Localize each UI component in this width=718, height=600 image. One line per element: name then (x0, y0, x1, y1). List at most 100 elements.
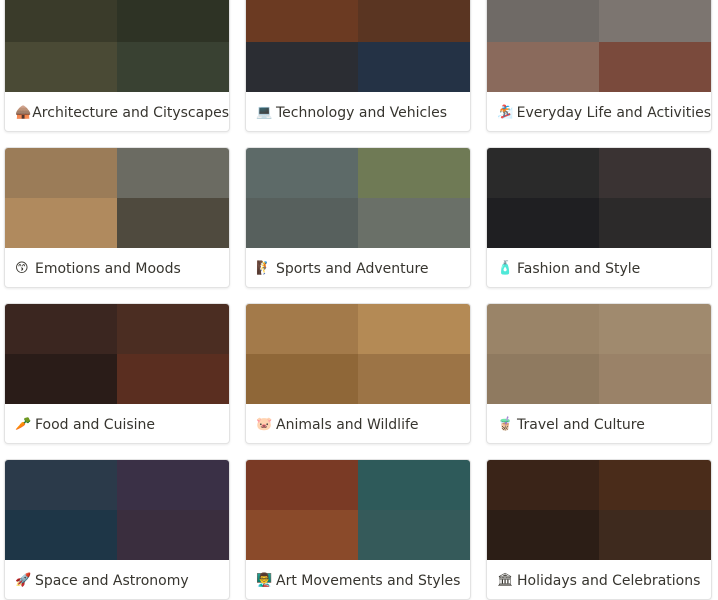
thumbnail-tile (117, 0, 229, 42)
gallery-card-art-movements-and-styles[interactable]: 👨‍🏫 Art Movements and Styles (245, 459, 471, 600)
thumbnail-tile (358, 148, 470, 198)
card-title: Architecture and Cityscapes (32, 104, 229, 121)
thumbnail-tile (246, 304, 358, 354)
thumbnail-tile (5, 510, 117, 560)
gallery-card-travel-and-culture[interactable]: 🧋 Travel and Culture (486, 303, 712, 444)
card-thumbnail-image (5, 460, 229, 560)
thumbnail-tile (117, 198, 229, 248)
thumbnail-tile (358, 198, 470, 248)
thumbnail-tile (599, 510, 711, 560)
thumbnail-tile (358, 354, 470, 404)
thumbnail-tile (246, 148, 358, 198)
card-emoji-icon: 🥕 (15, 417, 32, 432)
card-title: Art Movements and Styles (276, 572, 461, 589)
card-title: Fashion and Style (517, 260, 641, 277)
thumbnail-tile (487, 0, 599, 42)
card-caption: 🛖 Architecture and Cityscapes (5, 92, 229, 131)
thumbnail-tile (358, 510, 470, 560)
card-emoji-icon: 🧗 (256, 261, 273, 276)
thumbnail-tile (117, 460, 229, 510)
card-thumbnail-image (246, 0, 470, 92)
card-caption: 🥕 Food and Cuisine (5, 404, 229, 443)
thumbnail-tile (487, 148, 599, 198)
card-title: Travel and Culture (517, 416, 645, 433)
card-title: Space and Astronomy (35, 572, 189, 589)
card-title: Food and Cuisine (35, 416, 156, 433)
card-thumbnail-image (5, 304, 229, 404)
thumbnail-tile (5, 354, 117, 404)
gallery-card-technology-and-vehicles[interactable]: 💻 Technology and Vehicles (245, 0, 471, 132)
gallery-card-food-and-cuisine[interactable]: 🥕 Food and Cuisine (4, 303, 230, 444)
gallery-card-fashion-and-style[interactable]: 🧴 Fashion and Style (486, 147, 712, 288)
thumbnail-tile (246, 510, 358, 560)
gallery-card-emotions-and-moods[interactable]: 😙 Emotions and Moods (4, 147, 230, 288)
thumbnail-tile (599, 0, 711, 42)
card-emoji-icon: 😙 (15, 261, 29, 276)
card-caption: 🏂 Everyday Life and Activities (487, 92, 711, 131)
thumbnail-tile (5, 148, 117, 198)
thumbnail-tile (487, 354, 599, 404)
card-emoji-icon: 💻 (256, 105, 273, 120)
card-caption: 🧴 Fashion and Style (487, 248, 711, 287)
gallery-card-everyday-life-and-activities[interactable]: 🏂 Everyday Life and Activities (486, 0, 712, 132)
thumbnail-tile (487, 510, 599, 560)
thumbnail-tile (599, 42, 711, 92)
card-title: Sports and Adventure (276, 260, 429, 277)
card-caption: 👨‍🏫 Art Movements and Styles (246, 560, 470, 599)
card-title: Emotions and Moods (35, 260, 181, 277)
card-caption: 💻 Technology and Vehicles (246, 92, 470, 131)
card-caption: 😙 Emotions and Moods (5, 248, 229, 287)
thumbnail-tile (358, 0, 470, 42)
card-thumbnail-image (5, 148, 229, 248)
thumbnail-tile (599, 304, 711, 354)
card-thumbnail-image (487, 148, 711, 248)
thumbnail-tile (487, 42, 599, 92)
card-thumbnail-image (246, 304, 470, 404)
gallery-card-space-and-astronomy[interactable]: 🚀 Space and Astronomy (4, 459, 230, 600)
card-caption: 🐷 Animals and Wildlife (246, 404, 470, 443)
thumbnail-tile (5, 460, 117, 510)
thumbnail-tile (246, 354, 358, 404)
thumbnail-tile (487, 460, 599, 510)
card-caption: 🧗 Sports and Adventure (246, 248, 470, 287)
card-caption: 🚀 Space and Astronomy (5, 560, 229, 599)
thumbnail-tile (358, 304, 470, 354)
card-title: Technology and Vehicles (276, 104, 448, 121)
card-emoji-icon: 🚀 (15, 573, 32, 588)
card-emoji-icon: 🧋 (497, 417, 514, 432)
thumbnail-tile (246, 460, 358, 510)
thumbnail-tile (599, 148, 711, 198)
thumbnail-tile (358, 42, 470, 92)
thumbnail-tile (599, 460, 711, 510)
thumbnail-tile (117, 354, 229, 404)
thumbnail-tile (5, 0, 117, 42)
gallery-card-architecture-and-cityscapes[interactable]: 🛖 Architecture and Cityscapes (4, 0, 230, 132)
card-thumbnail-image (246, 148, 470, 248)
card-thumbnail-image (5, 0, 229, 92)
thumbnail-tile (5, 198, 117, 248)
card-thumbnail-image (487, 460, 711, 560)
card-title: Animals and Wildlife (276, 416, 419, 433)
thumbnail-tile (487, 198, 599, 248)
thumbnail-tile (5, 304, 117, 354)
thumbnail-tile (117, 148, 229, 198)
thumbnail-tile (599, 198, 711, 248)
gallery-card-sports-and-adventure[interactable]: 🧗 Sports and Adventure (245, 147, 471, 288)
thumbnail-tile (117, 304, 229, 354)
gallery-card-animals-and-wildlife[interactable]: 🐷 Animals and Wildlife (245, 303, 471, 444)
card-thumbnail-image (487, 304, 711, 404)
card-caption: 🧋 Travel and Culture (487, 404, 711, 443)
thumbnail-tile (5, 42, 117, 92)
thumbnail-tile (358, 460, 470, 510)
thumbnail-tile (117, 42, 229, 92)
card-title: Everyday Life and Activities (516, 104, 711, 121)
thumbnail-tile (487, 304, 599, 354)
thumbnail-tile (117, 510, 229, 560)
thumbnail-tile (246, 0, 358, 42)
thumbnail-tile (599, 354, 711, 404)
gallery-card-holidays-and-celebrations[interactable]: 🏛 Holidays and Celebrations (486, 459, 712, 600)
card-emoji-icon: 🐷 (256, 417, 273, 432)
card-caption: 🏛 Holidays and Celebrations (487, 560, 711, 599)
card-title: Holidays and Celebrations (517, 572, 701, 589)
card-thumbnail-image (487, 0, 711, 92)
